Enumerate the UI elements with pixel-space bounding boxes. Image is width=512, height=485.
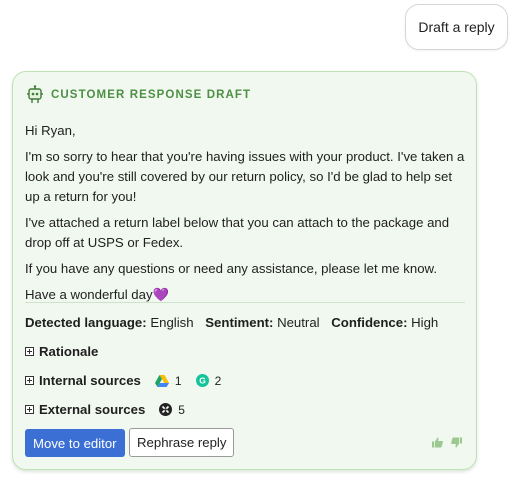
rephrase-reply-button[interactable]: Rephrase reply <box>129 428 235 457</box>
card-header: CUSTOMER RESPONSE DRAFT <box>25 85 251 105</box>
card-title: CUSTOMER RESPONSE DRAFT <box>51 89 252 101</box>
external-sources-label: External sources <box>39 402 146 417</box>
plus-box-icon <box>25 405 34 414</box>
feedback-controls <box>432 437 462 448</box>
analysis-meta: Detected language: English Sentiment: Ne… <box>25 315 446 330</box>
draft-reply-button[interactable]: Draft a reply <box>405 4 508 50</box>
external-sources-toggle[interactable]: External sources 5 <box>25 402 185 417</box>
rationale-toggle[interactable]: Rationale <box>25 344 98 359</box>
drive-source[interactable]: 1 <box>154 373 182 388</box>
svg-text:G: G <box>199 376 206 386</box>
paragraph-3: If you have any questions or need any as… <box>25 261 437 276</box>
internal-sources-label: Internal sources <box>39 373 141 388</box>
paragraph-2: I've attached a return label below that … <box>25 215 450 250</box>
drive-count: 1 <box>174 373 182 388</box>
thumbs-down-icon[interactable] <box>451 437 462 448</box>
google-drive-icon <box>154 374 169 387</box>
plus-box-icon <box>25 376 34 385</box>
language-label: Detected language: <box>25 315 147 330</box>
confidence-value: High <box>411 315 439 330</box>
rationale-label: Rationale <box>39 344 99 359</box>
external-source[interactable]: 5 <box>159 403 185 417</box>
language-value: English <box>150 315 194 330</box>
external-count: 5 <box>178 402 185 417</box>
purple-heart-emoji: 💜 <box>152 287 169 302</box>
customer-response-draft-card: CUSTOMER RESPONSE DRAFT Hi Ryan, I'm so … <box>12 71 477 470</box>
grammarly-source[interactable]: G 2 <box>195 373 222 388</box>
external-source-icon <box>159 403 173 416</box>
closing-text: Have a wonderful day <box>25 287 153 302</box>
plus-box-icon <box>25 347 34 356</box>
confidence-label: Confidence: <box>331 315 408 330</box>
sentiment-value: Neutral <box>277 315 320 330</box>
paragraph-1: I'm so sorry to hear that you're having … <box>25 149 465 204</box>
draft-body: Hi Ryan, I'm so sorry to hear that you'r… <box>25 121 465 311</box>
sentiment-label: Sentiment: <box>205 315 274 330</box>
internal-sources-toggle[interactable]: Internal sources 1 G 2 <box>25 373 221 388</box>
divider <box>25 302 465 303</box>
greeting: Hi Ryan, <box>25 123 76 138</box>
grammarly-icon: G <box>195 374 209 387</box>
robot-icon <box>27 85 43 103</box>
move-to-editor-button[interactable]: Move to editor <box>25 429 125 457</box>
thumbs-up-icon[interactable] <box>432 437 443 448</box>
grammarly-count: 2 <box>214 373 222 388</box>
